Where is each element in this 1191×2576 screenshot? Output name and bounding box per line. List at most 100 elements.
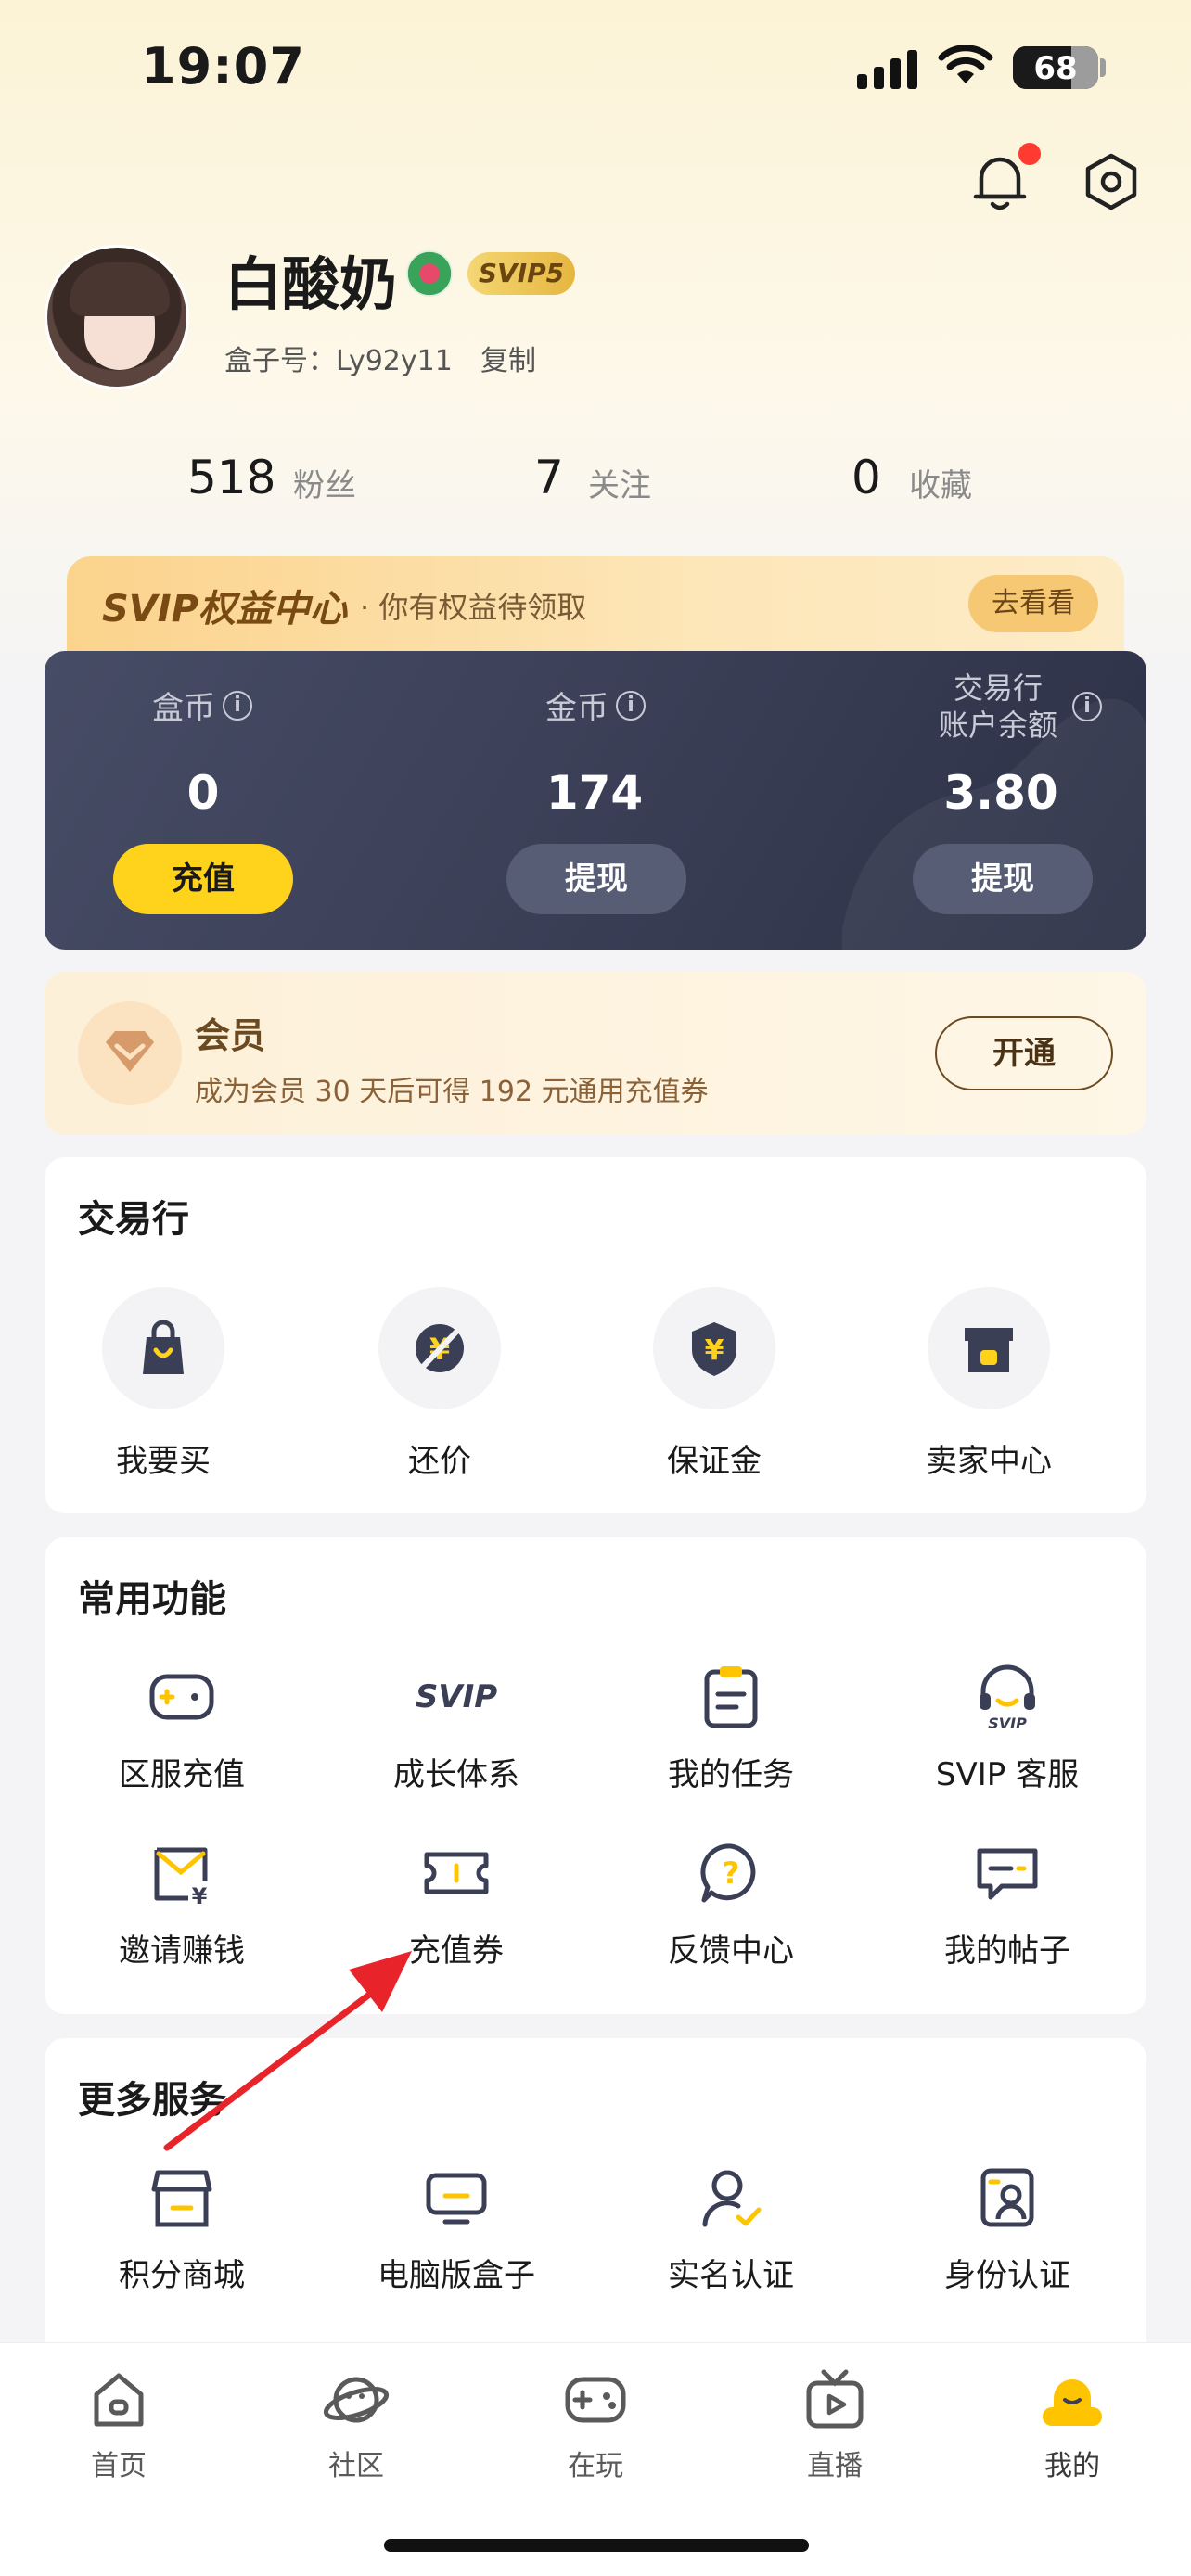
func-label: SVIP 客服: [935, 1756, 1080, 1793]
member-description: 成为会员 30 天后可得 192 元通用充值券: [195, 1076, 709, 1108]
avatar[interactable]: [45, 245, 189, 389]
trade-item-deposit[interactable]: ¥ 保证金: [594, 1287, 835, 1481]
feedback-question-icon: ?: [694, 1836, 768, 1910]
more-desktop-box[interactable]: 电脑版盒子: [336, 2161, 577, 2295]
bargain-icon: ¥: [378, 1287, 501, 1409]
wifi-icon: [938, 45, 993, 83]
invite-envelope-icon: ¥: [145, 1836, 219, 1910]
tab-live[interactable]: 直播: [770, 2366, 900, 2483]
tab-label: 直播: [807, 2450, 863, 2482]
func-server-recharge[interactable]: 区服充值: [61, 1660, 302, 1794]
trade-item-seller[interactable]: 卖家中心: [868, 1287, 1109, 1481]
copy-id-button[interactable]: 复制: [480, 338, 536, 378]
more-identity-auth[interactable]: 身份认证: [887, 2161, 1128, 2295]
svip-banner-text: · 你有权益待领取: [360, 590, 587, 625]
gamepad-plus-icon: [145, 1660, 219, 1734]
deposit-shield-icon: ¥: [653, 1287, 775, 1409]
more-points-store[interactable]: 积分商城: [61, 2161, 302, 2295]
more-label: 身份认证: [944, 2257, 1070, 2294]
notification-dot: [1018, 143, 1041, 165]
trade-balance-label: 交易行 账户余额: [939, 670, 1058, 743]
more-label: 实名认证: [668, 2257, 794, 2294]
trade-section-title: 交易行: [78, 1198, 189, 1241]
battery-tip: [1100, 58, 1106, 77]
trade-item-label: 卖家中心: [926, 1443, 1052, 1480]
svg-text:¥: ¥: [192, 1883, 208, 1906]
headset-icon: SVIP: [970, 1660, 1044, 1734]
func-my-tasks[interactable]: 我的任务: [610, 1660, 852, 1794]
tab-home[interactable]: 首页: [54, 2366, 184, 2483]
recharge-button[interactable]: 充值: [113, 844, 293, 914]
func-invite-earn[interactable]: ¥ 邀请赚钱: [61, 1836, 302, 1970]
box-id: 盒子号：Ly92y11: [224, 345, 453, 377]
gold-coin-info-icon[interactable]: i: [616, 690, 646, 721]
func-recharge-coupon[interactable]: 充值券: [336, 1836, 577, 1970]
trade-item-bargain[interactable]: ¥ 还价: [319, 1287, 560, 1481]
shopping-bag-icon: [102, 1287, 224, 1409]
desktop-monitor-icon: [419, 2161, 493, 2235]
battery-level: 68: [1033, 50, 1078, 87]
fans-count[interactable]: 518: [187, 451, 275, 504]
more-label: 积分商城: [119, 2257, 245, 2294]
trade-item-label: 我要买: [116, 1443, 211, 1480]
svg-text:SVIP: SVIP: [988, 1715, 1027, 1730]
following-count[interactable]: 7: [534, 451, 564, 504]
gold-coin-label: 金币 i: [545, 682, 646, 728]
more-label: 电脑版盒子: [378, 2257, 535, 2294]
more-section-title: 更多服务: [78, 2079, 226, 2122]
common-section-title: 常用功能: [78, 1578, 226, 1621]
func-svip-service[interactable]: SVIP SVIP 客服: [887, 1660, 1128, 1794]
favorites-count[interactable]: 0: [852, 451, 881, 504]
func-label: 邀请赚钱: [119, 1932, 245, 1970]
points-store-icon: [145, 2161, 219, 2235]
favorites-label[interactable]: 收藏: [909, 460, 972, 505]
box-coin-label: 盒币 i: [152, 682, 252, 728]
home-indicator: [384, 2539, 809, 2552]
planet-icon: [323, 2377, 390, 2423]
member-open-button[interactable]: 开通: [935, 1016, 1113, 1090]
func-label: 我的帖子: [944, 1932, 1070, 1970]
svg-text:?: ?: [723, 1855, 740, 1891]
func-growth-system[interactable]: SVIP 成长体系: [336, 1660, 577, 1794]
seller-store-icon: [928, 1287, 1050, 1409]
box-coin-info-icon[interactable]: i: [223, 690, 252, 721]
tab-label: 我的: [1044, 2450, 1100, 2482]
func-feedback-center[interactable]: ? 反馈中心: [610, 1836, 852, 1970]
func-label: 反馈中心: [668, 1932, 794, 1970]
coupon-ticket-icon: [419, 1836, 493, 1910]
tab-community[interactable]: 社区: [291, 2366, 421, 2483]
following-label[interactable]: 关注: [588, 460, 651, 505]
svg-text:¥: ¥: [705, 1334, 724, 1367]
tab-label: 在玩: [568, 2450, 623, 2482]
func-label: 区服充值: [119, 1756, 245, 1793]
tab-label: 首页: [91, 2450, 147, 2482]
svip-go-button[interactable]: 去看看: [968, 575, 1098, 632]
member-title: 会员: [195, 1015, 266, 1056]
profile-mascot-icon: [1043, 2379, 1102, 2426]
func-label: 成长体系: [393, 1756, 519, 1793]
trade-balance-info-icon[interactable]: i: [1072, 692, 1102, 721]
user-verified-icon: [694, 2161, 768, 2235]
svip-text-icon: SVIP: [415, 1678, 498, 1715]
member-diamond-icon: [78, 1001, 182, 1105]
fans-label[interactable]: 粉丝: [293, 460, 356, 505]
balance-withdraw-button[interactable]: 提现: [913, 844, 1093, 914]
gold-withdraw-button[interactable]: 提现: [506, 844, 686, 914]
home-icon: [94, 2373, 144, 2427]
svip-center-logo: SVIP权益中心: [102, 588, 347, 631]
trade-item-buy[interactable]: 我要买: [43, 1287, 284, 1481]
func-my-posts[interactable]: 我的帖子: [887, 1836, 1128, 1970]
tab-label: 社区: [328, 2450, 384, 2482]
trade-item-label: 还价: [408, 1443, 471, 1480]
more-real-name-auth[interactable]: 实名认证: [610, 2161, 852, 2295]
clipboard-icon: [694, 1660, 768, 1734]
post-message-icon: [970, 1836, 1044, 1910]
username: 白酸奶: [224, 250, 398, 318]
settings-hexagon-icon[interactable]: [1083, 152, 1139, 211]
tab-mine[interactable]: 我的: [1007, 2366, 1137, 2483]
func-label: 我的任务: [668, 1756, 794, 1793]
gold-coin-value: 174: [545, 766, 644, 820]
tv-play-icon: [806, 2369, 864, 2429]
svip-level-badge[interactable]: SVIP5: [467, 252, 575, 295]
tab-playing[interactable]: 在玩: [531, 2366, 660, 2483]
